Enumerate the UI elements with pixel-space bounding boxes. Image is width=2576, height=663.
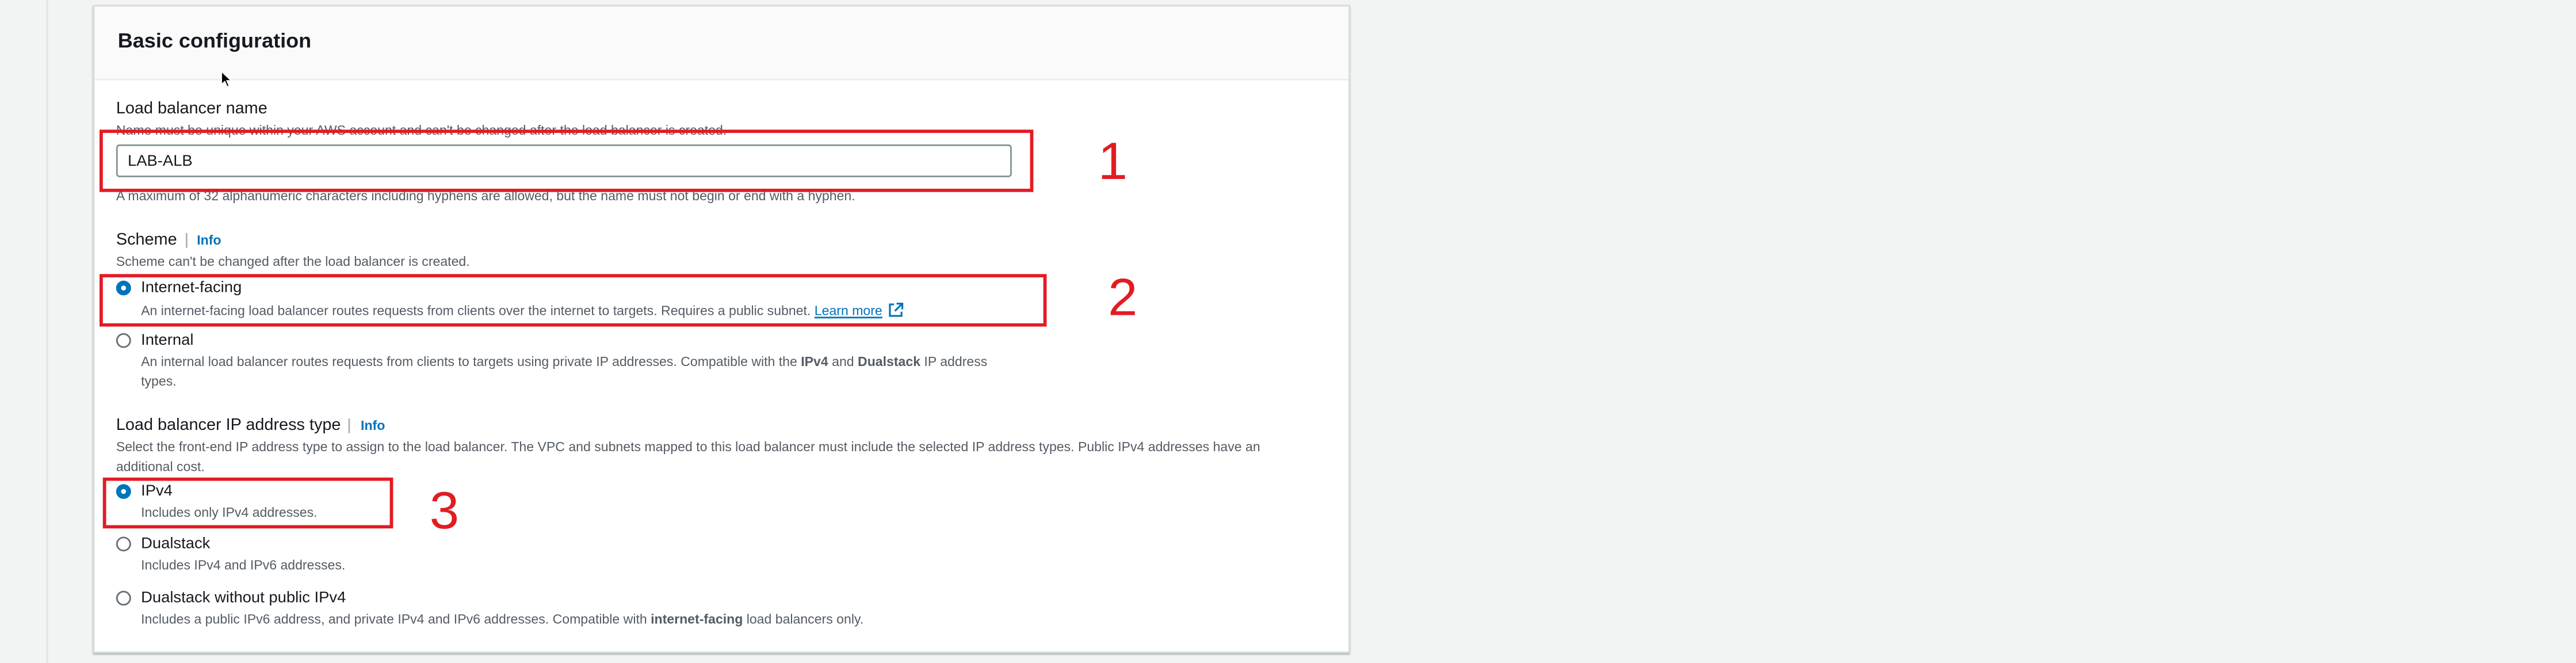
scheme-label: Scheme — [116, 231, 177, 250]
annotation-box-2 — [100, 274, 1047, 327]
lb-name-label: Load balancer name — [116, 100, 267, 119]
annotation-box-3 — [102, 477, 393, 529]
mouse-cursor-icon — [220, 70, 233, 88]
dualstack-description: Includes IPv4 and IPv6 addresses. — [141, 558, 346, 573]
internal-desc-pre: An internal load balancer routes request… — [141, 354, 801, 369]
internal-desc-mid: and — [828, 354, 858, 369]
basic-configuration-card: Basic configuration — [93, 5, 1351, 653]
ip-type-label-row: Load balancer IP address type Info — [116, 417, 385, 435]
annotation-number-3: 3 — [429, 481, 460, 540]
annotation-number-2: 2 — [1108, 267, 1138, 327]
dualstack-without-public-ipv4-description: Includes a public IPv6 address, and priv… — [141, 612, 863, 627]
internal-description: An internal load balancer routes request… — [141, 353, 1003, 392]
internal-desc-ipv4: IPv4 — [801, 354, 828, 369]
card-header: Basic configuration — [94, 6, 1349, 81]
scheme-label-row: Scheme Info — [116, 231, 221, 249]
dualstack-without-public-ipv4-label[interactable]: Dualstack without public IPv4 — [141, 589, 346, 607]
dualstack-label[interactable]: Dualstack — [141, 535, 210, 553]
internal-desc-dualstack: Dualstack — [858, 354, 921, 369]
dwpi-desc-bold: internet-facing — [651, 612, 743, 627]
ip-type-info-link[interactable]: Info — [349, 418, 385, 433]
scheme-description: Scheme can't be changed after the load b… — [116, 254, 470, 269]
dwpi-desc-post: load balancers only. — [743, 612, 864, 627]
annotation-box-1 — [100, 129, 1034, 192]
ip-type-label: Load balancer IP address type — [116, 417, 341, 435]
scheme-info-link[interactable]: Info — [185, 233, 221, 248]
internal-label[interactable]: Internal — [141, 332, 193, 349]
dwpi-desc-pre: Includes a public IPv6 address, and priv… — [141, 612, 651, 627]
radio-internal[interactable] — [116, 333, 131, 348]
card-title: Basic configuration — [117, 29, 312, 53]
annotation-number-1: 1 — [1098, 131, 1128, 190]
ip-type-description: Select the front-end IP address type to … — [116, 440, 1260, 475]
radio-dualstack-without-public-ipv4[interactable] — [116, 590, 131, 606]
radio-dualstack[interactable] — [116, 536, 131, 552]
